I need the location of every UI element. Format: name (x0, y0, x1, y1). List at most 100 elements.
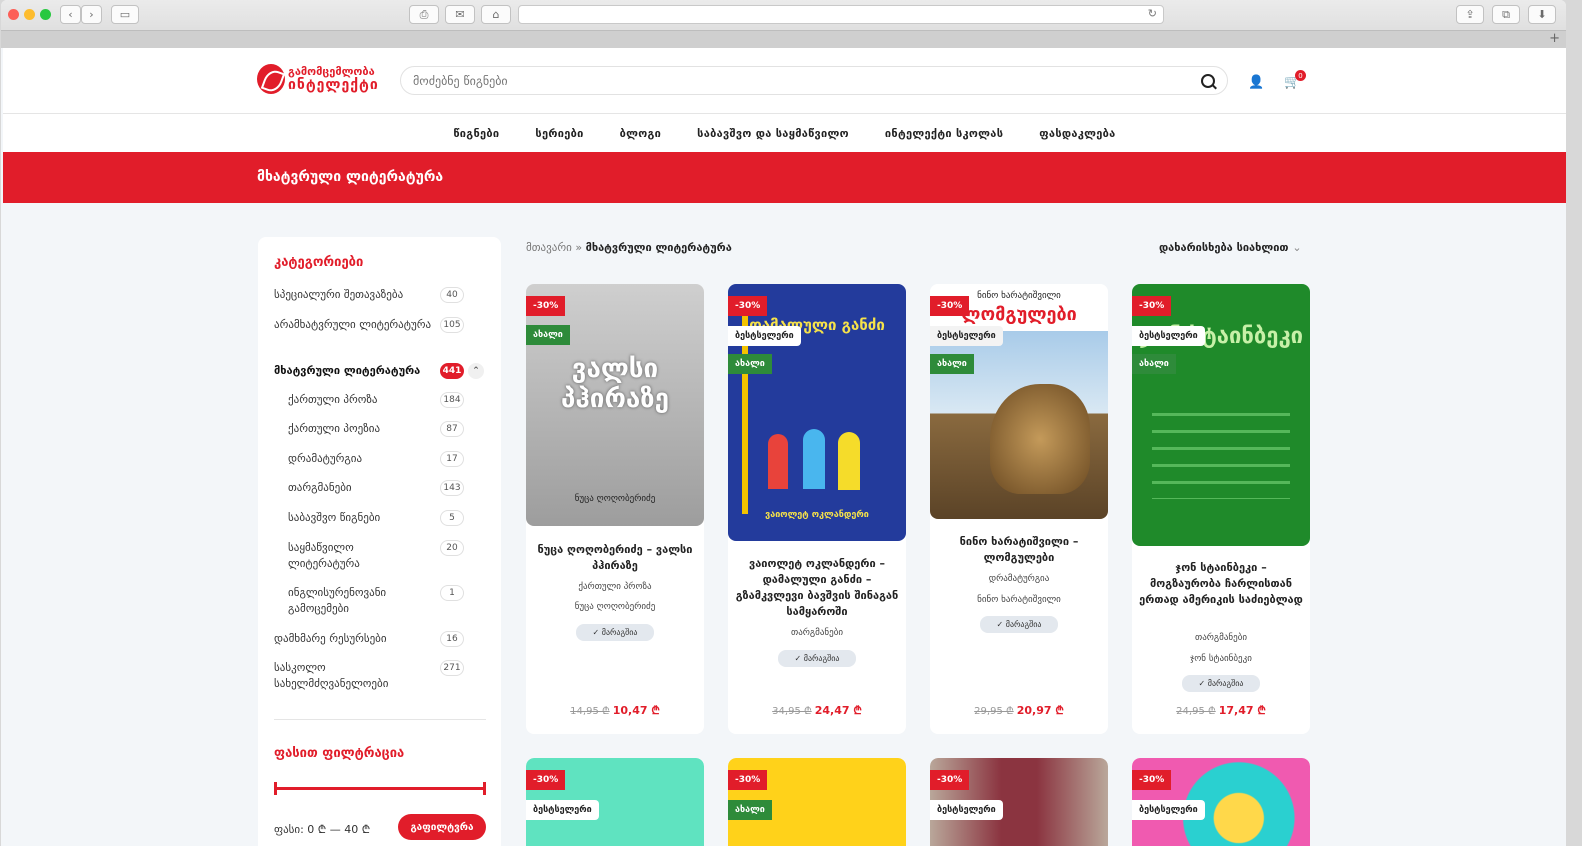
nav-books[interactable]: წიგნები (453, 127, 499, 140)
product-cover[interactable]: დამალული განძი ვაიოლეტ ოკლანდერი -30% ბე… (728, 284, 906, 541)
subcategory-item[interactable]: საბავშვო წიგნები 5 (288, 510, 486, 526)
stock-label: მარაგშია (1005, 620, 1042, 629)
product-category[interactable]: დრამატურგია (930, 574, 1108, 584)
product-category[interactable]: თარგმანები (1132, 633, 1310, 643)
filter-button[interactable]: გაფილტვრა (398, 814, 486, 840)
category-count: 16 (440, 631, 464, 647)
product-card[interactable]: ჯონ სტაინბეკი -30% ბესტსელერი ახალი ჯონ … (1132, 284, 1310, 734)
category-count: 271 (440, 660, 464, 676)
category-count: 5 (440, 510, 464, 526)
site-header: გამომცემლობა ინტელექტი 👤 🛒 (3, 48, 1566, 114)
product-cover[interactable]: ვალსი პჰირაზე ნუცა ღოღობერიძე -30% ახალი (526, 284, 704, 526)
product-card[interactable]: დამალული განძი ვაიოლეტ ოკლანდერი -30% ბე… (728, 284, 906, 734)
search-input[interactable] (413, 73, 1201, 88)
category-label: ქართული პროზა (288, 393, 378, 406)
reload-icon[interactable]: ↻ (1148, 7, 1157, 20)
product-cover[interactable]: -30% ბესტსელერი (1132, 758, 1310, 846)
sale-badge: -30% (526, 770, 566, 790)
old-price: 14,95 ₾ (570, 706, 610, 717)
product-card[interactable]: -30% ბესტსელერი (1132, 758, 1310, 846)
share-icon[interactable]: ⇪ (1456, 5, 1484, 24)
user-icon[interactable]: 👤 (1248, 75, 1264, 90)
sale-badge: -30% (930, 770, 970, 790)
product-title[interactable]: ჯონ სტაინბეკი – მოგზაურობა ჩარლისთან ერთ… (1138, 560, 1304, 608)
new-badge: ახალი (526, 325, 570, 345)
breadcrumb-home[interactable]: მთავარი (526, 241, 572, 254)
nav-kids[interactable]: საბავშვო და საყმაწვილო (697, 127, 849, 140)
category-count: 143 (440, 480, 464, 496)
category-label: არამხატვრული ლიტერატურა (274, 318, 432, 331)
search-icon[interactable] (1201, 73, 1215, 88)
subcategory-item[interactable]: ქართული პროზა 184 (288, 392, 486, 408)
product-cover[interactable]: -30% ბესტსელერი (930, 758, 1108, 846)
cover-text-lines (1152, 399, 1290, 499)
product-cover[interactable]: -30% ბესტსელერი (526, 758, 704, 846)
cart-count-badge: 0 (1295, 70, 1306, 81)
site-logo[interactable]: გამომცემლობა ინტელექტი (257, 64, 379, 94)
product-author[interactable]: ნინო ხარატიშვილი (930, 595, 1108, 605)
sort-label: დახარისხება სიახლით (1159, 241, 1289, 254)
product-card[interactable]: -30% ბესტსელერი (930, 758, 1108, 846)
subcategory-item[interactable]: დრამატურგია 17 (288, 451, 486, 467)
bestseller-badge: ბესტსელერი (930, 326, 1003, 346)
subcategory-item[interactable]: ქართული პოეზია 87 (288, 421, 486, 437)
product-cover[interactable]: ნინო ხარატიშვილი ლომგულები -30% ბესტსელე… (930, 284, 1108, 519)
subcategory-item[interactable]: საყმაწვილო ლიტერატურა 20 (288, 540, 464, 572)
main-nav: წიგნები სერიები ბლოგი საბავშვო და საყმაწ… (3, 114, 1566, 152)
current-price: 24,47 ₾ (814, 704, 862, 717)
in-stock-badge: ✓ მარაგშია (1182, 675, 1260, 692)
category-item[interactable]: სპეციალური შეთავაზება 40 (274, 287, 486, 303)
chevron-up-icon[interactable]: ⌃ (468, 363, 484, 379)
nav-school[interactable]: ინტელექტი სკოლას (885, 127, 1003, 140)
sidebar-icon[interactable]: ▭ (111, 5, 139, 24)
product-cover[interactable]: -30% ახალი (728, 758, 906, 846)
address-bar[interactable]: ↻ (518, 5, 1164, 24)
product-author[interactable]: ჯონ სტაინბეკი (1132, 654, 1310, 664)
quill-logo-icon (257, 64, 285, 94)
stock-label: მარაგშია (803, 654, 840, 663)
tabs-icon[interactable]: ⧉ (1492, 5, 1520, 24)
product-card[interactable]: -30% ახალი (728, 758, 906, 846)
price-range-slider[interactable] (274, 782, 486, 795)
category-item-active[interactable]: მხატვრული ლიტერატურა 441 ⌃ (274, 363, 486, 379)
product-card[interactable]: -30% ბესტსელერი (526, 758, 704, 846)
product-card[interactable]: ვალსი პჰირაზე ნუცა ღოღობერიძე -30% ახალი… (526, 284, 704, 734)
product-title[interactable]: ნინო ხარატიშვილი – ლომგულები (936, 534, 1102, 566)
download-icon[interactable]: ⬇ (1528, 5, 1556, 24)
product-title[interactable]: ნუცა ღოღობერიძე – ვალსი პჰირაზე (532, 542, 698, 574)
subcategory-item[interactable]: ინგლისურენოვანი გამოცემები 1 (288, 585, 464, 617)
product-title[interactable]: ვაიოლეტ ოკლანდერი – დამალული განძი – გზა… (734, 556, 900, 620)
nav-series[interactable]: სერიები (535, 127, 583, 140)
mail-icon[interactable]: ✉ (445, 5, 475, 24)
new-tab-icon[interactable]: + (1549, 31, 1560, 46)
breadcrumb-separator: » (575, 241, 583, 254)
close-window-button[interactable] (8, 9, 19, 20)
subcategory-item[interactable]: თარგმანები 143 (288, 480, 486, 496)
sort-dropdown[interactable]: დახარისხება სიახლით ⌄ (1159, 241, 1302, 254)
category-item[interactable]: სასკოლო სახელმძღვანელოები 271 (274, 660, 464, 692)
category-item[interactable]: არამხატვრული ლიტერატურა 105 (274, 317, 464, 333)
category-label: საბავშვო წიგნები (288, 511, 381, 524)
nav-blog[interactable]: ბლოგი (620, 127, 662, 140)
sale-badge: -30% (526, 296, 566, 316)
product-card[interactable]: ნინო ხარატიშვილი ლომგულები -30% ბესტსელე… (930, 284, 1108, 734)
product-cover[interactable]: ჯონ სტაინბეკი -30% ბესტსელერი ახალი (1132, 284, 1310, 546)
price-range-label: ფასი: 0 ₾ — 40 ₾ (274, 823, 371, 836)
stock-label: მარაგშია (601, 628, 638, 637)
zoom-window-button[interactable] (40, 9, 51, 20)
check-icon: ✓ (996, 620, 1004, 629)
product-category[interactable]: თარგმანები (728, 628, 906, 638)
old-price: 24,95 ₾ (1176, 706, 1216, 717)
product-category[interactable]: ქართული პროზა (526, 582, 704, 592)
category-item[interactable]: დამხმარე რესურსები 16 (274, 631, 486, 647)
print-icon[interactable]: ⎙ (409, 5, 439, 24)
browser-window: ‹ › ▭ ⎙ ✉ ⌂ ↻ ⇪ ⧉ ⬇ + გამომცემლობა ინტელ… (1, 0, 1566, 846)
cover-author: ვაიოლეტ ოკლანდერი (765, 510, 869, 520)
category-count: 40 (440, 287, 464, 303)
product-author[interactable]: ნუცა ღოღობერიძე (526, 602, 704, 612)
home-icon[interactable]: ⌂ (481, 5, 511, 24)
nav-discount[interactable]: ფასდაკლება (1039, 127, 1115, 140)
back-icon[interactable]: ‹ (60, 5, 81, 24)
forward-icon[interactable]: › (81, 5, 102, 24)
minimize-window-button[interactable] (24, 9, 35, 20)
